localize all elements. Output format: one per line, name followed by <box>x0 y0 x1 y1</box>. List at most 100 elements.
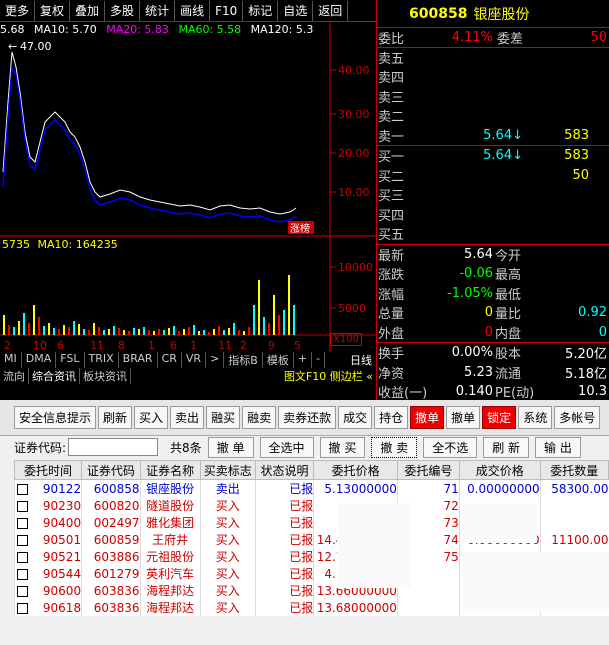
order-table-header[interactable]: 委托数量 <box>539 460 609 480</box>
order-checkbox[interactable] <box>17 551 28 563</box>
news-tab[interactable]: 综合资讯 <box>29 368 80 384</box>
toolbar-back-button[interactable]: 返回 <box>313 0 349 21</box>
order-table-header[interactable]: 成交价格 <box>458 460 541 480</box>
stat-value: 5.20亿 <box>565 347 607 363</box>
trade-button[interactable]: 持仓 <box>374 406 409 429</box>
stat-value: 0.00% <box>451 345 493 361</box>
trade-button[interactable]: 系统 <box>518 406 553 429</box>
order-cell: 0.00000000 <box>458 479 541 497</box>
order-checkbox[interactable] <box>17 500 28 512</box>
trade-button[interactable]: 刷新 <box>98 406 133 429</box>
order-table-header[interactable]: 证券代码 <box>81 460 141 480</box>
cancel-action-button[interactable]: 撤 买 <box>319 436 366 458</box>
toolbar-f10-button[interactable]: F10 <box>210 0 244 21</box>
code-label: 证券代码: <box>14 440 67 455</box>
indicator-tab[interactable]: DMA <box>22 352 57 368</box>
order-time: 90122 <box>42 481 82 496</box>
cancel-action-button[interactable]: 刷 新 <box>483 436 530 458</box>
order-checkbox[interactable] <box>17 534 28 546</box>
cancel-action-button[interactable]: 撤 卖 <box>371 436 418 458</box>
ask-row: 卖二 <box>377 106 609 126</box>
cancel-action-button[interactable]: 全不选 <box>423 436 478 458</box>
template-tab[interactable]: 模板 <box>263 352 294 368</box>
chart-toolbar: 更多 复权 叠加 多股 统计 画线 F10 标记 自选 返回 <box>0 0 376 22</box>
indicator-more-tab[interactable]: > <box>206 352 225 368</box>
toolbar-overlay-button[interactable]: 叠加 <box>70 0 106 21</box>
order-table-header[interactable]: 委托编号 <box>396 460 460 480</box>
trade-button[interactable]: 融买 <box>206 406 241 429</box>
f10-sidebar-toggle[interactable]: 图文F10 侧边栏 « <box>281 368 376 384</box>
volume-bar <box>83 329 85 335</box>
order-table-header[interactable]: 委托时间 <box>13 460 83 480</box>
code-input[interactable] <box>68 438 159 456</box>
toolbar-multi-stock-button[interactable]: 多股 <box>105 0 141 21</box>
order-checkbox[interactable] <box>17 483 28 495</box>
cancel-action-button[interactable]: 全选中 <box>259 436 314 458</box>
volume-bar <box>238 330 240 335</box>
volume-bar <box>123 330 125 335</box>
order-table-header[interactable]: 委托价格 <box>313 460 398 480</box>
volume-bar <box>153 331 155 335</box>
volume-bar <box>228 328 230 335</box>
indicator-tab[interactable]: BRAR <box>119 352 158 368</box>
indicator-tab[interactable]: CR <box>158 352 182 368</box>
order-checkbox[interactable] <box>17 568 28 580</box>
order-table-header[interactable]: 证券名称 <box>139 460 201 480</box>
period-daily-tab[interactable]: 日线 <box>346 352 376 368</box>
stat-value: 0 <box>598 324 607 340</box>
order-checkbox[interactable] <box>17 585 28 597</box>
trade-button[interactable]: 融卖 <box>242 406 277 429</box>
order-table-header[interactable]: 状态说明 <box>254 460 315 480</box>
kline-chart[interactable]: 40.00 30.00 20.00 10.00 47.00 ← 涨榜 <box>0 22 376 237</box>
order-cell: 银座股份 <box>139 479 201 497</box>
toolbar-watchlist-button[interactable]: 自选 <box>278 0 314 21</box>
toolbar-mark-button[interactable]: 标记 <box>243 0 279 21</box>
order-cell: 已报 <box>254 565 314 582</box>
indicator-tab[interactable]: FSL <box>56 352 85 368</box>
price-axis-tick: 10.00 <box>338 186 370 199</box>
redacted-area <box>463 552 609 612</box>
trade-button[interactable]: 安全信息提示 <box>14 406 97 429</box>
trade-button[interactable]: 多帐号 <box>554 406 601 429</box>
stat-label: 量比 <box>495 307 522 323</box>
flow-tab[interactable]: 流向 <box>0 368 29 384</box>
order-checkbox[interactable] <box>17 602 28 614</box>
indicator-tab[interactable]: MI <box>0 352 22 368</box>
zoom-out-button[interactable]: - <box>312 352 326 368</box>
zoom-in-button[interactable]: + <box>294 352 313 368</box>
volume-chart[interactable]: 100005000 2 10 6 11 8 1 6 1 11 2 9 5 <box>0 237 376 352</box>
trade-button[interactable]: 买入 <box>134 406 169 429</box>
cancel-action-button[interactable]: 撤 单 <box>207 436 254 458</box>
indicator-tab[interactable]: TRIX <box>85 352 119 368</box>
order-cell: 600858 <box>81 479 141 497</box>
indicator-tab[interactable]: VR <box>182 352 207 368</box>
trade-button[interactable]: 卖券还款 <box>278 406 337 429</box>
cancel-action-button[interactable]: 输 出 <box>535 436 581 458</box>
toolbar-fuquan-button[interactable]: 复权 <box>35 0 71 21</box>
trade-button[interactable]: 锁定 <box>482 406 517 429</box>
order-cell: 雅化集团 <box>139 514 201 531</box>
stat-label: 换手 <box>378 347 405 363</box>
volume-bar <box>128 331 130 335</box>
trade-button[interactable]: 成交 <box>338 406 373 429</box>
order-checkbox[interactable] <box>17 517 28 529</box>
toolbar-draw-button[interactable]: 画线 <box>175 0 211 21</box>
order-row[interactable]: 90122 600858 银座股份 卖出 已报 5.13000000 71 0.0000000… <box>13 479 609 497</box>
bid-row: 买五 <box>377 224 609 244</box>
sector-news-tab[interactable]: 板块资讯 <box>80 368 131 384</box>
trade-button[interactable]: 卖出 <box>170 406 205 429</box>
order-cell: 买入 <box>199 565 256 582</box>
toolbar-stats-button[interactable]: 统计 <box>140 0 176 21</box>
order-table-header[interactable]: 买卖标志 <box>199 460 256 480</box>
order-cell: 买入 <box>199 497 256 514</box>
trade-button[interactable]: 撤单 <box>446 406 481 429</box>
stat-value: 0.140 <box>455 384 493 400</box>
spacer-strip <box>0 384 376 400</box>
order-cell: 5.13000000 <box>313 479 398 497</box>
order-time: 90544 <box>42 566 82 581</box>
toolbar-more-button[interactable]: 更多 <box>0 0 36 21</box>
volume-bar <box>118 328 120 335</box>
stat-value: 5.64 <box>464 246 493 262</box>
trade-button[interactable]: 撤单 <box>410 406 445 429</box>
indicator-b-tab[interactable]: 指标B <box>224 352 263 368</box>
